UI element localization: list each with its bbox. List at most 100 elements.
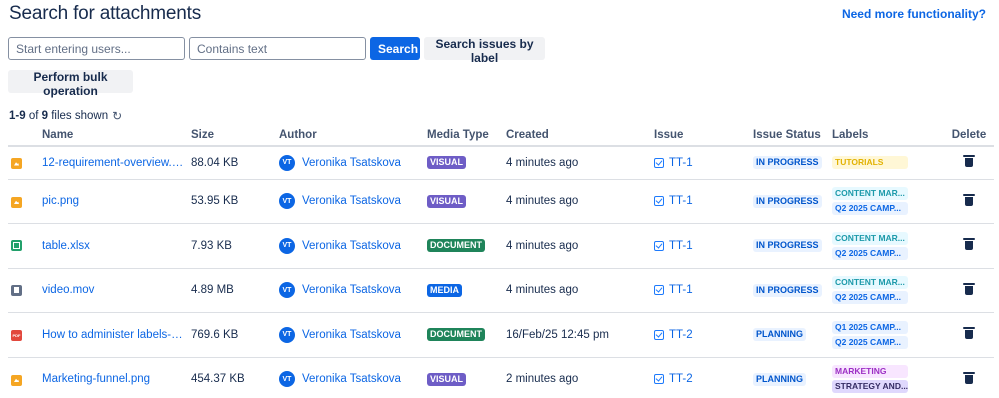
bulk-operation-button[interactable]: Perform bulk operation (8, 70, 133, 98)
column-header-size[interactable]: Size (191, 124, 279, 147)
results-suffix: files shown (51, 110, 109, 122)
avatar[interactable]: VT (279, 193, 295, 210)
attachments-table: Name Size Author Media Type Created Issu… (8, 124, 994, 398)
task-check-icon (654, 374, 664, 385)
labels-list: CONTENT MAR... Q2 2025 CAMP... (832, 231, 944, 260)
author-link[interactable]: Veronika Tsatskova (302, 157, 401, 169)
file-name-link[interactable]: 12-requirement-overview.png (42, 157, 184, 169)
issue-key[interactable]: TT-1 (669, 195, 693, 207)
file-name-link[interactable]: Marketing-funnel.png (42, 373, 184, 385)
label-tag[interactable]: STRATEGY AND... (832, 380, 908, 394)
author-cell: VT Veronika Tsatskova (279, 223, 427, 269)
author-link[interactable]: Veronika Tsatskova (302, 195, 401, 207)
issue-key[interactable]: TT-1 (669, 284, 693, 296)
table-header-row: Name Size Author Media Type Created Issu… (8, 124, 994, 147)
contains-text-input[interactable] (189, 37, 366, 60)
issue-link[interactable]: TT-2 (654, 373, 753, 385)
trash-icon[interactable] (963, 193, 975, 206)
trash-icon[interactable] (963, 155, 975, 168)
author-block: VT Veronika Tsatskova (279, 154, 427, 171)
file-name-cell: 12-requirement-overview.png (42, 146, 191, 180)
label-tag[interactable]: Q2 2025 CAMP... (832, 202, 908, 216)
column-header-media-type[interactable]: Media Type (427, 124, 506, 147)
media-type-cell: MEDIA (427, 268, 506, 313)
trash-icon[interactable] (963, 327, 975, 340)
author-cell: VT Veronika Tsatskova (279, 357, 427, 398)
issue-key[interactable]: TT-2 (669, 373, 693, 385)
trash-icon[interactable] (963, 371, 975, 384)
column-header-issue-status[interactable]: Issue Status (753, 124, 832, 147)
task-check-icon (654, 329, 664, 340)
table-row: 12-requirement-overview.png 88.04 KB VT V… (8, 146, 994, 180)
created-date: 4 minutes ago (506, 179, 654, 224)
labels-cell: MARKETING STRATEGY AND... (832, 357, 944, 398)
task-check-icon (654, 285, 664, 296)
need-more-functionality-link[interactable]: Need more functionality? (842, 7, 986, 21)
issue-status-cell: IN PROGRESS (753, 223, 832, 269)
file-name-link[interactable]: pic.png (42, 195, 184, 207)
search-by-label-button[interactable]: Search issues by label (424, 37, 545, 65)
avatar[interactable]: VT (279, 237, 295, 254)
delete-cell (944, 357, 994, 398)
trash-icon[interactable] (963, 238, 975, 251)
issue-status-cell: IN PROGRESS (753, 146, 832, 180)
column-header-author[interactable]: Author (279, 124, 427, 147)
issue-link[interactable]: TT-2 (654, 329, 753, 341)
issue-key[interactable]: TT-1 (669, 157, 693, 169)
label-tag[interactable]: Q1 2025 CAMP... (832, 320, 908, 334)
media-type-badge: VISUAL (427, 194, 467, 208)
labels-cell: CONTENT MAR... Q2 2025 CAMP... (832, 268, 944, 313)
issue-key[interactable]: TT-2 (669, 329, 693, 341)
labels-list: TUTORIALS (832, 156, 944, 170)
trash-icon[interactable] (963, 282, 975, 295)
label-tag[interactable]: Q2 2025 CAMP... (832, 246, 908, 260)
column-header-created[interactable]: Created (506, 124, 654, 147)
author-link[interactable]: Veronika Tsatskova (302, 284, 401, 296)
label-tag[interactable]: MARKETING (832, 365, 908, 379)
avatar[interactable]: VT (279, 326, 295, 343)
file-name-link[interactable]: video.mov (42, 284, 184, 296)
label-tag[interactable]: TUTORIALS (832, 156, 908, 170)
label-tag[interactable]: CONTENT MAR... (832, 276, 908, 290)
avatar[interactable]: VT (279, 282, 295, 299)
label-tag[interactable]: CONTENT MAR... (832, 231, 908, 245)
file-name-cell: table.xlsx (42, 223, 191, 269)
column-header-labels: Labels (832, 124, 944, 147)
issue-link[interactable]: TT-1 (654, 284, 753, 296)
created-date: 4 minutes ago (506, 146, 654, 180)
author-block: VT Veronika Tsatskova (279, 326, 427, 343)
column-header-name[interactable]: Name (42, 124, 191, 147)
avatar[interactable]: VT (279, 154, 295, 171)
search-button[interactable]: Search (370, 37, 420, 60)
table-row: table.xlsx 7.93 KB VT Veronika Tsatskova … (8, 223, 994, 269)
users-search-input[interactable] (8, 37, 185, 60)
label-tag[interactable]: Q2 2025 CAMP... (832, 291, 908, 305)
status-badge: IN PROGRESS (753, 156, 822, 170)
author-link[interactable]: Veronika Tsatskova (302, 373, 401, 385)
label-tag[interactable]: CONTENT MAR... (832, 187, 908, 201)
refresh-icon[interactable]: ↻ (112, 109, 122, 123)
file-name-link[interactable]: table.xlsx (42, 240, 184, 252)
table-row: PDF How to administer labels-v6... 769.6… (8, 312, 994, 358)
author-link[interactable]: Veronika Tsatskova (302, 329, 401, 341)
avatar[interactable]: VT (279, 371, 295, 388)
issue-key[interactable]: TT-1 (669, 240, 693, 252)
column-header-issue[interactable]: Issue (654, 124, 753, 147)
author-link[interactable]: Veronika Tsatskova (302, 240, 401, 252)
task-check-icon (654, 196, 664, 207)
labels-cell: Q1 2025 CAMP... Q2 2025 CAMP... (832, 312, 944, 358)
author-cell: VT Veronika Tsatskova (279, 312, 427, 358)
issue-link[interactable]: TT-1 (654, 157, 753, 169)
file-size: 4.89 MB (191, 268, 279, 313)
media-type-badge: VISUAL (427, 372, 467, 386)
issue-status-cell: IN PROGRESS (753, 179, 832, 224)
file-name-cell: How to administer labels-v6... (42, 312, 191, 358)
issue-link[interactable]: TT-1 (654, 240, 753, 252)
media-type-badge: VISUAL (427, 156, 467, 170)
issue-link[interactable]: TT-1 (654, 195, 753, 207)
file-name-link[interactable]: How to administer labels-v6... (42, 329, 184, 341)
label-tag[interactable]: Q2 2025 CAMP... (832, 335, 908, 349)
results-count: 1-9 of 9 files shown ↻ (9, 109, 122, 123)
image-file-icon (11, 158, 22, 169)
labels-cell: TUTORIALS (832, 146, 944, 180)
